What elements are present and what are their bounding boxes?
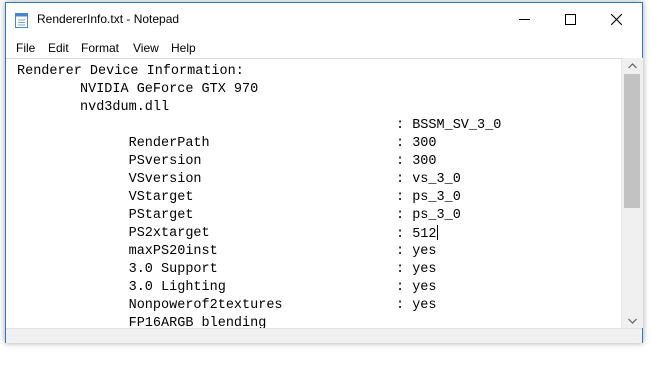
maximize-button[interactable] — [547, 3, 593, 36]
property-value: ps_3_0 — [412, 190, 461, 205]
chevron-up-icon — [628, 62, 637, 68]
close-icon — [610, 14, 622, 25]
property-row: maxPS20inst : 512 — [80, 225, 438, 259]
property-row: PS2xtarget : ps_3_0 — [80, 207, 461, 241]
text-editor[interactable]: Renderer Device Information: NVIDIA GeFo… — [6, 58, 622, 331]
minimize-icon — [518, 19, 530, 20]
separator: : — [396, 298, 413, 313]
property-value: BSSM_SV_3_0 — [412, 118, 502, 133]
separator: : — [396, 190, 413, 205]
title-bar[interactable]: RendererInfo.txt - Notepad — [6, 3, 642, 36]
property-value: ps_3_0 — [412, 208, 461, 223]
minimize-button[interactable] — [501, 3, 547, 36]
property-row: VSversion : 300 — [80, 153, 437, 187]
menu-bar: File Edit Format View Help — [6, 37, 642, 58]
menu-view[interactable]: View — [133, 41, 159, 55]
menu-format[interactable]: Format — [81, 41, 119, 55]
property-row: RenderPath : BSSM_SV_3_0 — [80, 117, 502, 151]
property-row: PSversion : 300 — [80, 135, 437, 169]
notepad-icon — [15, 13, 28, 28]
property-value: yes — [412, 244, 437, 259]
document-heading: Renderer Device Information: — [17, 64, 244, 79]
separator: : — [396, 208, 413, 223]
property-value: vs_3_0 — [412, 172, 461, 187]
property-value: 300 — [412, 136, 437, 151]
separator: : — [396, 118, 413, 133]
window-title: RendererInfo.txt - Notepad — [37, 12, 180, 26]
property-row: FP16ARGB blending : yes — [80, 297, 437, 331]
driver-name: nvd3dum.dll — [80, 100, 170, 115]
separator: : — [396, 280, 413, 295]
property-value: yes — [412, 280, 437, 295]
separator: : — [396, 244, 413, 259]
menu-file[interactable]: File — [16, 41, 35, 55]
property-row: 3.0 Lighting : yes — [80, 261, 437, 295]
device-name: NVIDIA GeForce GTX 970 — [80, 82, 259, 97]
property-row: Nonpowerof2textures : yes — [80, 279, 437, 313]
property-value: yes — [412, 262, 437, 277]
scroll-thumb[interactable] — [624, 74, 640, 208]
close-button[interactable] — [593, 3, 639, 36]
maximize-icon — [564, 14, 576, 25]
separator: : — [396, 227, 413, 242]
scroll-down-button[interactable] — [622, 313, 643, 328]
bottom-bar — [6, 328, 642, 343]
separator: : — [396, 136, 413, 151]
separator: : — [396, 262, 413, 277]
chevron-down-icon — [628, 318, 637, 324]
menu-help[interactable]: Help — [171, 41, 196, 55]
property-row: 3.0 Support : yes — [80, 243, 437, 277]
separator: : — [396, 154, 413, 169]
property-value: 300 — [412, 154, 437, 169]
scroll-up-button[interactable] — [622, 58, 643, 73]
notepad-window: RendererInfo.txt - Notepad File Edit For… — [5, 2, 643, 343]
property-row: VStarget : vs_3_0 — [80, 171, 461, 205]
property-value: 512 — [412, 227, 437, 242]
text-caret — [436, 225, 438, 240]
property-row: PStarget : ps_3_0 — [80, 189, 461, 223]
vertical-scrollbar[interactable] — [621, 58, 643, 328]
property-value: yes — [412, 298, 437, 313]
separator: : — [396, 172, 413, 187]
menu-edit[interactable]: Edit — [48, 41, 69, 55]
